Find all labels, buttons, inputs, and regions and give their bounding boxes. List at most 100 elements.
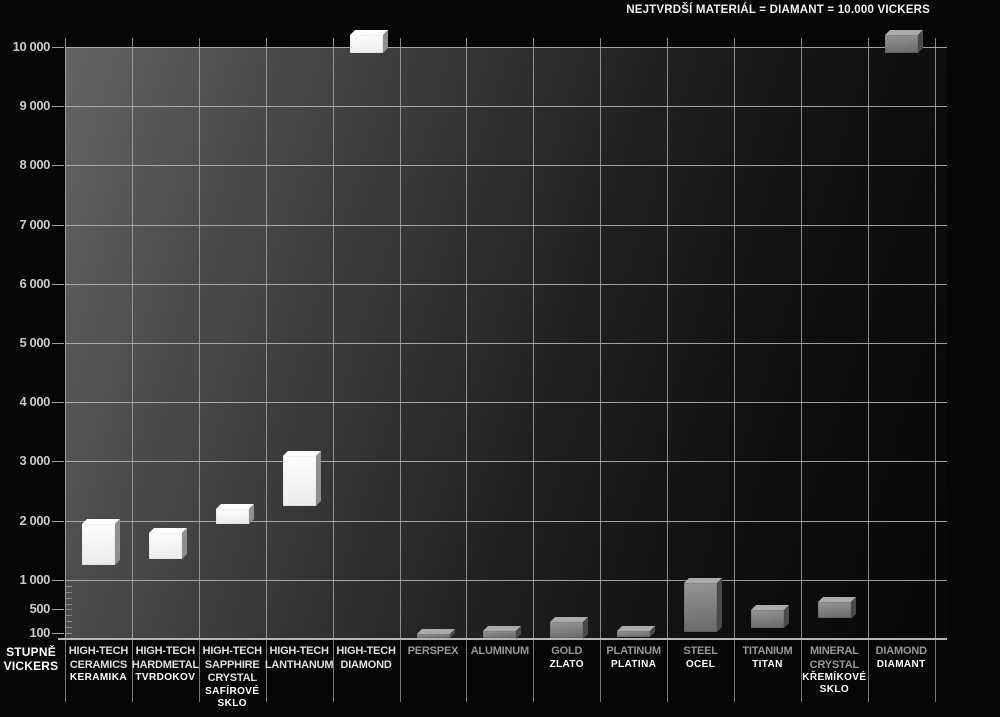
category-label-high-tech-diamond: HIGH-TECHDIAMOND (334, 645, 399, 672)
gridline-horizontal (65, 461, 947, 462)
category-label-high-tech-ceramics: HIGH-TECHCERAMICSKERAMIKA (66, 645, 131, 684)
chart-title: NEJTVRDŠÍ MATERIÁL = DIAMANT = 10.000 VI… (0, 4, 930, 16)
category-label-mineral-crystal: MINERALCRYSTALKŘEMÍKOVÉSKLO (802, 645, 867, 696)
bar-right-face (249, 504, 254, 524)
hardness-chart: NEJTVRDŠÍ MATERIÁL = DIAMANT = 10.000 VI… (0, 0, 1000, 717)
category-label-cs: SKLO (820, 684, 849, 696)
category-label-en: CRYSTAL (208, 672, 257, 686)
gridline-vertical (466, 38, 467, 639)
category-label-en: PERSPEX (408, 645, 459, 659)
bar-right-face (182, 528, 187, 559)
gridline-horizontal (65, 106, 947, 107)
bar-diamond (885, 30, 923, 53)
category-label-high-tech-hardmetal: HIGH-TECHHARDMETALTVRDOKOV (133, 645, 198, 684)
category-label-en: HIGH-TECH (136, 645, 195, 659)
y-minor-tick (65, 586, 72, 587)
y-tick-mark (52, 521, 64, 522)
bar-front-face (818, 602, 851, 619)
y-minor-tick (65, 621, 72, 622)
category-label-cs: TITAN (752, 659, 783, 671)
y-minor-tick (65, 615, 72, 616)
category-label-steel: STEELOCEL (668, 645, 733, 671)
category-label-en: CERAMICS (70, 659, 127, 673)
bar-right-face (784, 605, 789, 628)
bar-front-face (617, 631, 650, 637)
category-label-en: DIAMOND (340, 659, 391, 673)
gridline-vertical (266, 38, 267, 639)
y-tick-mark (52, 225, 64, 226)
category-label-en: HARDMETAL (132, 659, 199, 673)
y-tick-label: 100 (2, 626, 50, 640)
bar-gold (550, 617, 588, 639)
y-tick-label: 500 (2, 602, 50, 616)
y-tick-mark (52, 580, 64, 581)
category-label-en: HIGH-TECH (269, 645, 328, 659)
y-tick-label: 6 000 (2, 277, 50, 291)
category-label-cs: KERAMIKA (70, 672, 127, 684)
bar-titanium (751, 605, 789, 628)
gridline-horizontal (65, 580, 947, 581)
gridline-vertical (801, 38, 802, 639)
bar-right-face (115, 519, 120, 565)
category-label-en: CRYSTAL (810, 659, 859, 673)
gridline-vertical (199, 38, 200, 639)
y-tick-mark (52, 633, 64, 634)
bar-right-face (918, 30, 923, 53)
category-label-gold: GOLDZLATO (534, 645, 599, 671)
bar-steel (684, 578, 722, 632)
y-tick-label: 7 000 (2, 218, 50, 232)
bar-front-face (751, 610, 784, 628)
gridline-vertical (600, 38, 601, 639)
bar-front-face (350, 35, 383, 53)
y-tick-label: 8 000 (2, 158, 50, 172)
bar-right-face (383, 30, 388, 53)
y-tick-mark (52, 343, 64, 344)
y-tick-mark (52, 609, 64, 610)
gridline-horizontal (65, 402, 947, 403)
y-minor-tick (65, 604, 72, 605)
category-label-high-tech-lanthanum: HIGH-TECHLANTHANUM (267, 645, 332, 672)
bar-front-face (216, 509, 249, 524)
bar-right-face (851, 597, 856, 619)
y-minor-tick (65, 609, 72, 610)
gridline-horizontal (65, 521, 947, 522)
y-minor-tick (65, 633, 72, 634)
gridline-horizontal (65, 284, 947, 285)
y-axis-title-line2: VICKERS (0, 659, 62, 673)
y-tick-mark (52, 402, 64, 403)
category-label-perspex: PERSPEX (401, 645, 466, 659)
category-label-en: TITANIUM (742, 645, 792, 659)
y-tick-mark (52, 106, 64, 107)
y-tick-label: 5 000 (2, 336, 50, 350)
bar-front-face (483, 631, 516, 639)
gridline-vertical (400, 38, 401, 639)
category-label-cs: SAFÍROVÉ (205, 686, 259, 698)
category-label-diamond: DIAMONDDIAMANT (869, 645, 934, 671)
bar-front-face (283, 456, 316, 506)
gridline-vertical (734, 38, 735, 639)
category-label-aluminum: ALUMINUM (467, 645, 532, 659)
bar-right-face (316, 451, 321, 506)
gridline-vertical (333, 38, 334, 639)
gridline-vertical (935, 38, 936, 639)
y-minor-tick (65, 592, 72, 593)
category-label-en: GOLD (551, 645, 582, 659)
y-tick-label: 1 000 (2, 573, 50, 587)
y-minor-tick (65, 627, 72, 628)
gridline-horizontal (65, 343, 947, 344)
bar-front-face (885, 35, 918, 53)
y-tick-mark (52, 461, 64, 462)
bar-mineral-crystal (818, 597, 856, 619)
y-tick-label: 10 000 (2, 40, 50, 54)
bar-high-tech-diamond (350, 30, 388, 53)
category-label-titanium: TITANIUMTITAN (735, 645, 800, 671)
y-tick-mark (52, 284, 64, 285)
bar-high-tech-hardmetal (149, 528, 187, 559)
bar-perspex (417, 629, 455, 638)
gridline-vertical (65, 38, 66, 639)
y-tick-mark (52, 165, 64, 166)
bar-high-tech-sapphire-crystal (216, 504, 254, 524)
category-label-en: HIGH-TECH (69, 645, 128, 659)
bar-front-face (82, 524, 115, 565)
category-label-en: PLATINUM (606, 645, 660, 659)
